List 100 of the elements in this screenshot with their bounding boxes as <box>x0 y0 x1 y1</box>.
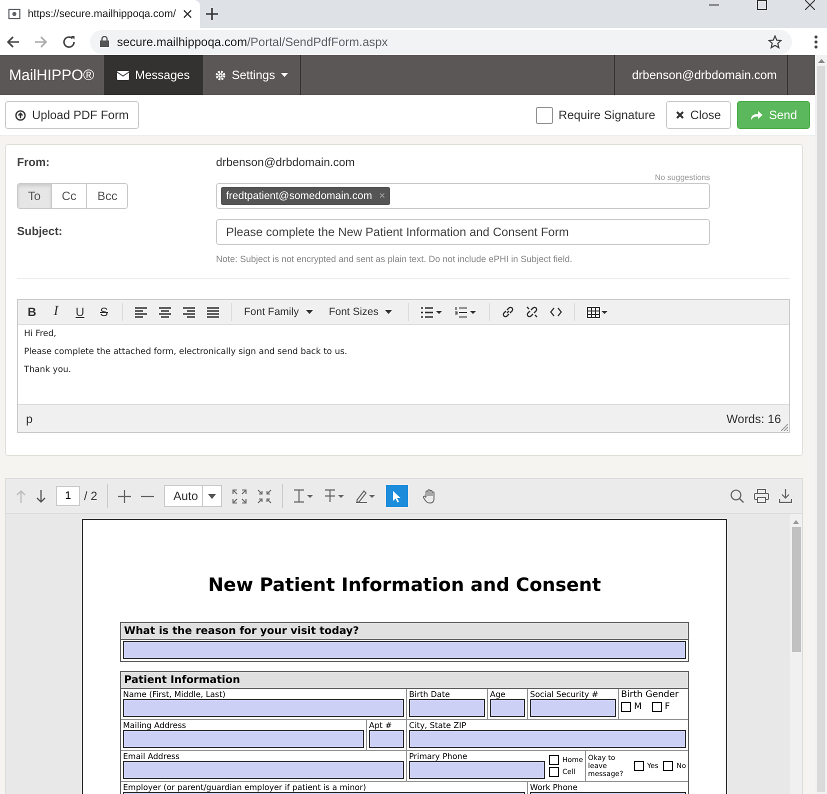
zoom-in-icon[interactable] <box>118 490 132 502</box>
field-label: Mailing Address <box>123 721 188 730</box>
field-label: Birth Date <box>409 690 451 699</box>
page-number-field[interactable]: 1 <box>56 486 80 506</box>
justify-icon[interactable] <box>207 306 219 318</box>
form-checkbox[interactable] <box>549 754 560 764</box>
from-address: drbenson@drbdomain.com <box>216 157 355 169</box>
align-center-icon[interactable] <box>159 306 171 318</box>
text-tool-icon[interactable] <box>293 489 314 503</box>
field-label: Social Security # <box>530 690 600 699</box>
share-arrow-icon <box>750 110 763 120</box>
field-label: Work Phone <box>530 783 579 792</box>
zoom-dropdown[interactable]: Auto <box>164 485 222 507</box>
star-icon[interactable] <box>768 34 782 48</box>
form-checkbox[interactable] <box>621 702 631 712</box>
form-field[interactable] <box>123 641 686 659</box>
maximize-icon[interactable] <box>757 0 767 10</box>
menu-icon[interactable] <box>814 34 818 48</box>
form-checkbox[interactable] <box>663 760 674 770</box>
message-line: Please complete the attached form, electronically sign and send back to us. <box>24 347 348 357</box>
form-field[interactable] <box>369 730 404 748</box>
font-size-dropdown[interactable]: Font Sizes <box>328 306 392 318</box>
search-icon[interactable] <box>730 489 744 503</box>
italic-button[interactable]: I <box>50 304 62 320</box>
close-icon[interactable] <box>182 9 192 19</box>
pointer-tool[interactable] <box>386 485 408 507</box>
download-icon[interactable] <box>779 489 792 503</box>
form-field[interactable] <box>123 761 404 779</box>
field-label: Name (First, Middle, Last) <box>123 690 226 699</box>
expand-icon[interactable] <box>232 488 248 504</box>
message-line: Hi Fred, <box>24 329 58 339</box>
form-field[interactable] <box>409 730 686 748</box>
field-label: Employer (or parent/guardian employer if patient is a minor) <box>123 783 368 792</box>
cursor-icon <box>392 490 402 502</box>
upload-button[interactable]: Upload PDF Form <box>5 101 139 129</box>
resize-grip-icon[interactable] <box>781 424 788 431</box>
numbered-list-icon[interactable] <box>455 306 478 318</box>
form-field[interactable] <box>123 699 404 717</box>
bold-button[interactable]: B <box>26 305 38 319</box>
address-field[interactable]: secure.mailhippoqa.com/Portal/SendPdfForm.aspx <box>90 30 792 54</box>
browser-tab[interactable]: https://secure.mailhippoqa.com/ <box>0 0 200 28</box>
element-path: p <box>26 412 33 426</box>
table-icon[interactable] <box>587 306 608 318</box>
font-family-dropdown[interactable]: Font Family <box>244 306 313 318</box>
collapse-icon[interactable] <box>257 488 272 504</box>
lock-icon <box>100 36 109 47</box>
recipient-tab[interactable]: To <box>17 183 52 209</box>
form-checkbox[interactable] <box>652 702 662 712</box>
form-field[interactable] <box>490 699 525 717</box>
section-heading: What is the reason for your visit today? <box>121 623 688 640</box>
strikeout-tool-icon[interactable] <box>324 489 346 503</box>
underline-button[interactable]: U <box>74 305 86 319</box>
form-field[interactable] <box>123 730 364 748</box>
scrollbar[interactable] <box>815 55 827 794</box>
option-label: M <box>634 702 642 712</box>
bullet-list-icon[interactable] <box>421 306 444 318</box>
caret-icon <box>281 73 288 77</box>
code-icon[interactable] <box>550 307 562 317</box>
close-button[interactable]: Close <box>666 101 731 129</box>
pen-icon[interactable] <box>355 489 376 503</box>
new-tab-icon[interactable] <box>206 8 218 20</box>
field-label: Apt # <box>369 721 393 730</box>
caret-icon <box>306 310 313 314</box>
unlink-icon[interactable] <box>526 306 538 318</box>
field-label: Age <box>490 690 506 699</box>
recipient-field[interactable]: fredtpatient@somedomain.com × <box>216 183 710 209</box>
recipient-tab[interactable]: Cc <box>50 183 88 209</box>
subject-label: Subject: <box>17 226 64 238</box>
recipient-address: fredtpatient@somedomain.com <box>226 190 372 202</box>
close-icon <box>676 111 684 119</box>
form-field[interactable] <box>530 699 616 717</box>
close-icon[interactable] <box>805 0 815 10</box>
subject-note: Note: Subject is not encrypted and sent as plain text. Do not include ePHI in Subject field. <box>216 254 572 264</box>
gear-icon <box>214 70 226 80</box>
message-line: Thank you. <box>24 365 72 375</box>
message-editor[interactable]: Hi Fred, Please complete the attached form, electronically sign and send back to us. Thank you. <box>18 325 789 404</box>
align-right-icon[interactable] <box>183 306 195 318</box>
align-left-icon[interactable] <box>135 306 147 318</box>
subject-field[interactable]: Please complete the New Patient Information and Consent Form <box>216 219 710 245</box>
nav-item[interactable]: Messages <box>105 55 203 95</box>
form-field[interactable] <box>409 761 546 779</box>
next-page-icon[interactable] <box>36 490 46 502</box>
form-checkbox[interactable] <box>549 766 560 776</box>
scroll-up-icon[interactable] <box>818 59 824 63</box>
envelope-icon <box>117 70 129 80</box>
form-field[interactable] <box>409 699 485 717</box>
form-checkbox[interactable] <box>634 760 644 770</box>
back-icon[interactable] <box>6 34 20 48</box>
form-title: New Patient Information and Consent <box>207 575 602 596</box>
recipient-tab[interactable]: Bcc <box>86 183 128 209</box>
print-icon[interactable] <box>754 489 769 503</box>
link-icon[interactable] <box>502 306 514 318</box>
checkbox[interactable] <box>536 106 553 124</box>
reload-icon[interactable] <box>62 34 76 48</box>
field-label: Birth Gender <box>621 690 680 700</box>
caret-icon <box>385 310 392 314</box>
tab-title: https://secure.mailhippoqa.com/ <box>28 8 176 20</box>
scrollbar[interactable] <box>790 514 802 794</box>
strikethrough-button[interactable]: S <box>98 305 110 319</box>
page-count: / 2 <box>84 489 98 503</box>
